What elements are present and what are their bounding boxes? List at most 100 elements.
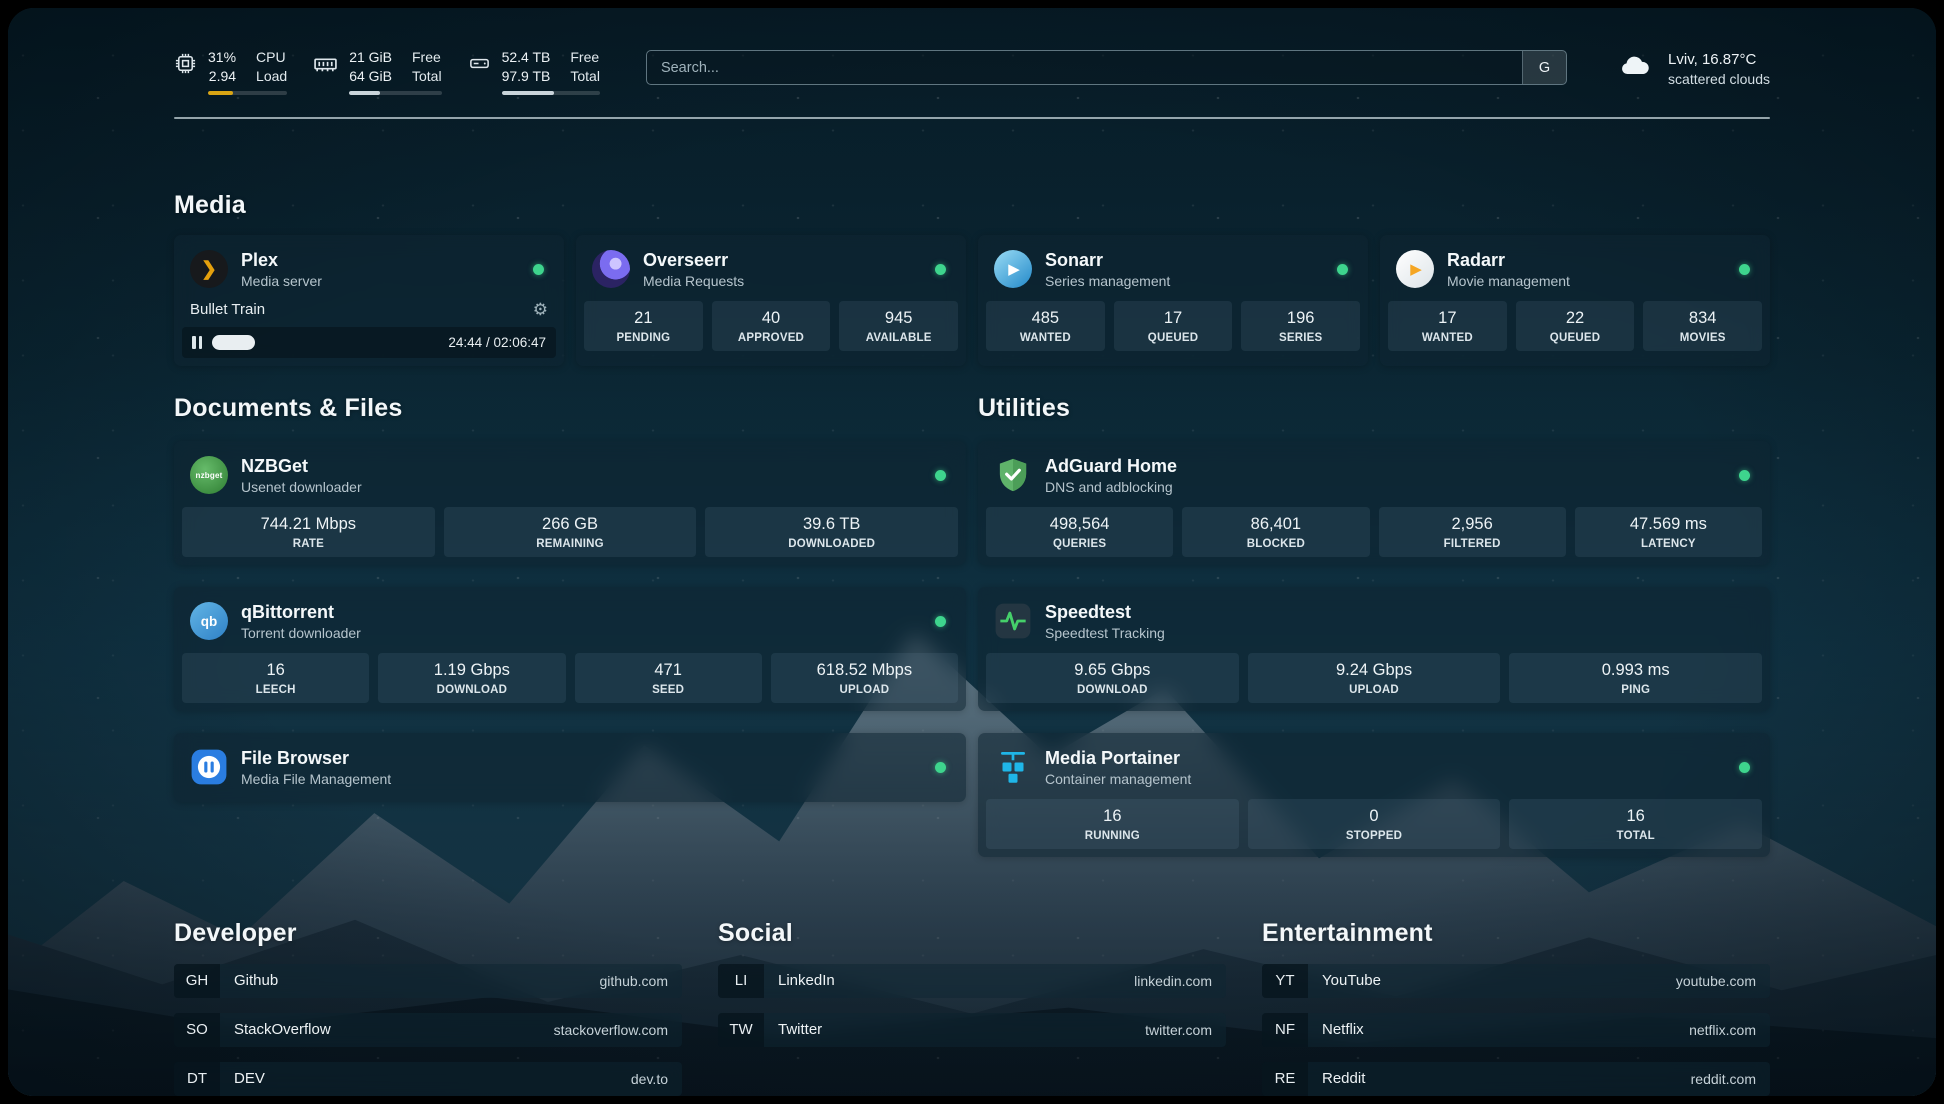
media-section-title: Media — [174, 191, 1770, 220]
bookmark-stackoverflow[interactable]: SO StackOverflow stackoverflow.com — [174, 1013, 682, 1047]
stat-downloaded: 39.6 TB DOWNLOADED — [705, 507, 958, 557]
nzbget-subtitle: Usenet downloader — [241, 479, 922, 495]
plex-status-dot — [533, 264, 544, 275]
bookmark-linkedin[interactable]: LI LinkedIn linkedin.com — [718, 964, 1226, 998]
stat-upload: 9.24 Gbps UPLOAD — [1248, 653, 1501, 703]
stat-label: UPLOAD — [775, 684, 954, 696]
stat-wanted: 485 WANTED — [986, 301, 1105, 351]
stat-value: 47.569 ms — [1579, 515, 1758, 534]
stat-value: 17 — [1392, 309, 1503, 328]
nzbget-title: NZBGet — [241, 456, 922, 477]
weather-widget: Lviv, 16.87°C scattered clouds — [1613, 50, 1770, 87]
service-card-radarr[interactable]: ▶ Radarr Movie management 17 WANTED — [1380, 235, 1770, 366]
stat-remaining: 266 GB REMAINING — [444, 507, 697, 557]
stat-running: 16 RUNNING — [986, 799, 1239, 849]
service-card-speedtest[interactable]: Speedtest Speedtest Tracking 9.65 Gbps D… — [978, 587, 1770, 711]
service-card-nzbget[interactable]: nzbget NZBGet Usenet downloader 744.21 M… — [174, 441, 966, 565]
plex-subtitle: Media server — [241, 273, 520, 289]
section-media: Media ❯ Plex Media server Bullet Train ⚙ — [174, 191, 1770, 366]
overseerr-subtitle: Media Requests — [643, 273, 922, 289]
portainer-subtitle: Container management — [1045, 771, 1726, 787]
sonarr-icon: ▶ — [994, 250, 1032, 288]
bookmark-netflix[interactable]: NF Netflix netflix.com — [1262, 1013, 1770, 1047]
service-card-portainer[interactable]: Media Portainer Container management 16 … — [978, 733, 1770, 857]
pause-icon[interactable] — [192, 336, 202, 349]
stat-label: STOPPED — [1252, 830, 1497, 842]
stat-label: UPLOAD — [1252, 684, 1497, 696]
memory-label-top: Free — [412, 48, 442, 67]
memory-bar-fill — [349, 91, 379, 95]
cpu-bar-fill — [208, 91, 233, 95]
plex-progress-row: 24:44 / 02:06:47 — [182, 327, 556, 358]
overseerr-status-dot — [935, 264, 946, 275]
stat-value: 16 — [990, 807, 1235, 826]
speedtest-heartbeat-icon — [994, 602, 1032, 640]
radarr-subtitle: Movie management — [1447, 273, 1726, 289]
plex-icon: ❯ — [190, 250, 228, 288]
bookmark-twitter[interactable]: TW Twitter twitter.com — [718, 1013, 1226, 1047]
stat-queued: 17 QUEUED — [1114, 301, 1233, 351]
stat-latency: 47.569 ms LATENCY — [1575, 507, 1762, 557]
plex-settings-gear-icon[interactable]: ⚙ — [533, 301, 548, 318]
bookmark-abbr: DT — [174, 1062, 220, 1096]
service-card-adguard[interactable]: AdGuard Home DNS and adblocking 498,564 … — [978, 441, 1770, 565]
bookmark-name: Netflix — [1308, 1013, 1689, 1047]
service-card-sonarr[interactable]: ▶ Sonarr Series management 485 WANTED — [978, 235, 1368, 366]
stat-value: 266 GB — [448, 515, 693, 534]
bookmark-reddit[interactable]: RE Reddit reddit.com — [1262, 1062, 1770, 1096]
sonarr-title: Sonarr — [1045, 250, 1324, 271]
stat-label: MOVIES — [1647, 332, 1758, 344]
stat-download: 1.19 Gbps DOWNLOAD — [378, 653, 565, 703]
disk-free: 52.4 TB — [502, 48, 551, 67]
bookmark-abbr: GH — [174, 964, 220, 998]
bookmark-name: StackOverflow — [220, 1013, 554, 1047]
stat-value: 618.52 Mbps — [775, 661, 954, 680]
bookmark-github[interactable]: GH Github github.com — [174, 964, 682, 998]
stat-label: LEECH — [186, 684, 365, 696]
stat-label: RUNNING — [990, 830, 1235, 842]
bookmark-dev[interactable]: DT DEV dev.to — [174, 1062, 682, 1096]
dashboard-content: 31% 2.94 CPU Load — [8, 8, 1936, 1096]
cpu-widget-body: 31% 2.94 CPU Load — [208, 48, 287, 95]
plex-progress-track[interactable] — [212, 335, 438, 350]
adguard-subtitle: DNS and adblocking — [1045, 479, 1726, 495]
stat-seed: 471 SEED — [575, 653, 762, 703]
stat-label: WANTED — [1392, 332, 1503, 344]
stat-label: PENDING — [588, 332, 699, 344]
bookmark-abbr: TW — [718, 1013, 764, 1047]
weather-text: Lviv, 16.87°C scattered clouds — [1668, 51, 1770, 87]
stat-movies: 834 MOVIES — [1643, 301, 1762, 351]
top-bar: 31% 2.94 CPU Load — [174, 8, 1770, 95]
bookmark-name: YouTube — [1308, 964, 1676, 998]
service-card-qbittorrent[interactable]: qb qBittorrent Torrent downloader 16 LEE… — [174, 587, 966, 711]
stat-label: SERIES — [1245, 332, 1356, 344]
search-input[interactable] — [647, 51, 1522, 84]
stat-pending: 21 PENDING — [584, 301, 703, 351]
memory-total: 64 GiB — [349, 67, 392, 86]
stat-label: QUERIES — [990, 538, 1169, 550]
documents-section-title: Documents & Files — [174, 394, 966, 423]
radarr-icon: ▶ — [1396, 250, 1434, 288]
cpu-widget: 31% 2.94 CPU Load — [174, 48, 287, 95]
stat-series: 196 SERIES — [1241, 301, 1360, 351]
bookmark-url: netflix.com — [1689, 1013, 1770, 1047]
stat-value: 17 — [1118, 309, 1229, 328]
cloud-icon — [1613, 50, 1655, 87]
service-card-filebrowser[interactable]: File Browser Media File Management — [174, 733, 966, 802]
disk-label-top: Free — [570, 48, 600, 67]
disk-icon — [468, 52, 491, 80]
stat-label: FILTERED — [1383, 538, 1562, 550]
service-card-overseerr[interactable]: Overseerr Media Requests 21 PENDING 40 A… — [576, 235, 966, 366]
stat-total: 16 TOTAL — [1509, 799, 1762, 849]
stat-label: TOTAL — [1513, 830, 1758, 842]
stat-value: 471 — [579, 661, 758, 680]
filebrowser-subtitle: Media File Management — [241, 771, 922, 787]
bookmark-youtube[interactable]: YT YouTube youtube.com — [1262, 964, 1770, 998]
search-provider-button[interactable]: G — [1522, 51, 1566, 84]
system-widgets: 31% 2.94 CPU Load — [174, 48, 600, 95]
disk-bar-fill — [502, 91, 554, 95]
bookmark-abbr: NF — [1262, 1013, 1308, 1047]
section-documents-files: Documents & Files nzbget NZBGet Usenet d… — [174, 394, 966, 802]
filebrowser-status-dot — [935, 762, 946, 773]
service-card-plex[interactable]: ❯ Plex Media server Bullet Train ⚙ — [174, 235, 564, 366]
